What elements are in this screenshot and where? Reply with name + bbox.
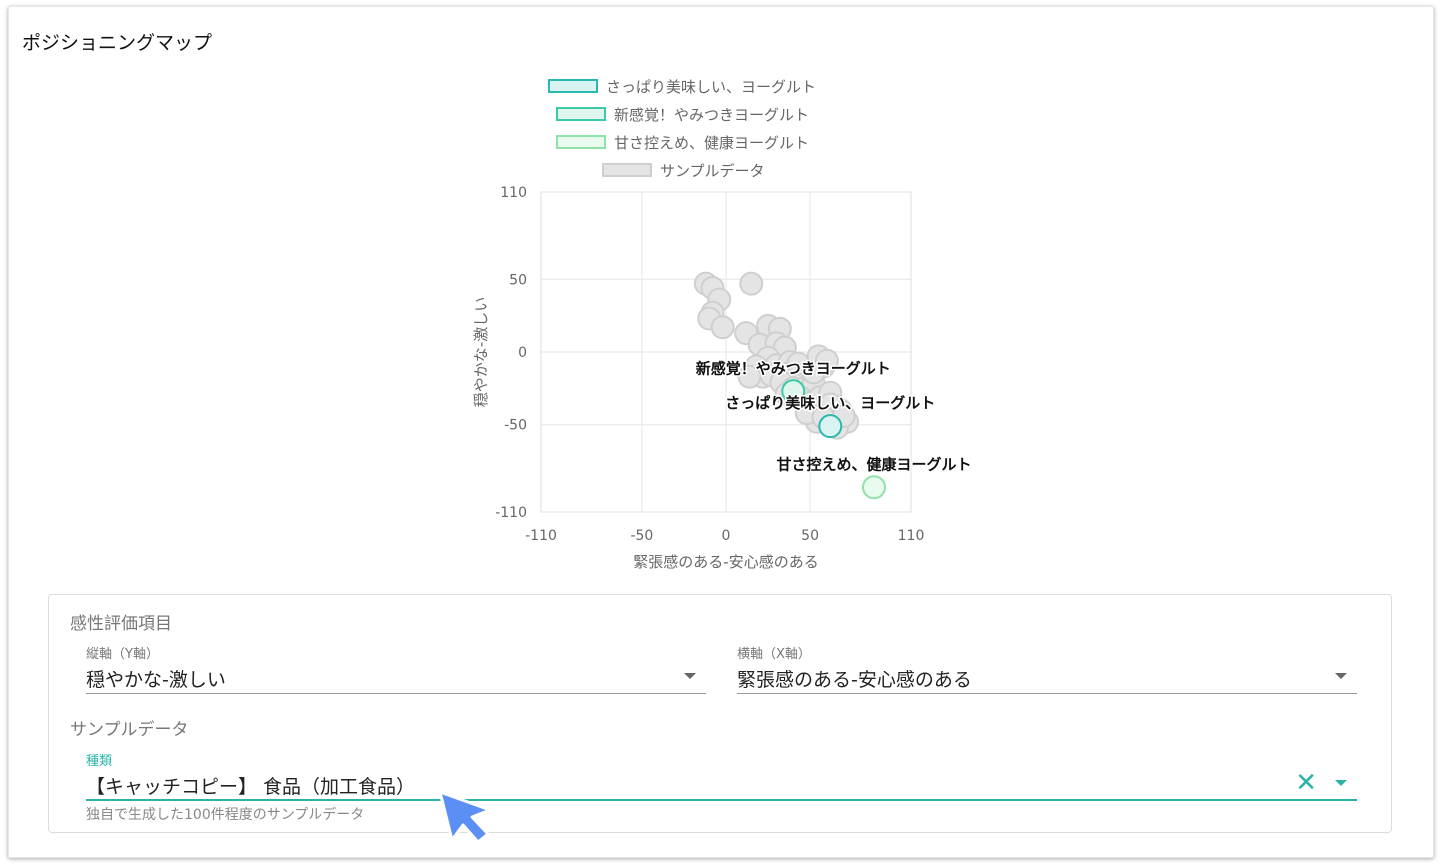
section-title-evaluation: 感性評価項目: [70, 614, 172, 634]
kind-underline: [86, 799, 1357, 801]
chevron-down-icon[interactable]: [1335, 673, 1347, 679]
y-tick-label: 0: [518, 345, 527, 361]
chevron-down-icon[interactable]: [684, 673, 696, 679]
settings-panel: 感性評価項目 縦軸（Y軸） 穏やかな-激しい 横軸（X軸） 緊張感のある-安心感…: [48, 594, 1392, 833]
section-title-sample-data: サンプルデータ: [70, 720, 189, 740]
scatter-chart: -110 -50 0 50 110 110 50 0 -50 -110 緊張感のある-安心感のある 穏…: [472, 185, 973, 571]
close-icon[interactable]: ✕: [1295, 770, 1317, 796]
x-axis-label: 横軸（X軸）: [737, 647, 811, 662]
y-tick-label: -50: [504, 418, 527, 434]
y-axis-underline: [86, 693, 706, 694]
y-axis-select[interactable]: 縦軸（Y軸） 穏やかな-激しい: [86, 643, 706, 694]
sample-data-point: [739, 271, 764, 296]
x-tick-label: 50: [801, 528, 819, 544]
kind-label: 種類: [86, 754, 113, 769]
x-tick-label: -50: [630, 528, 653, 544]
kind-value: 【キャッチコピー】 食品（加工食品）: [86, 776, 416, 798]
data-label: 甘さ控えめ、健康ヨーグルト: [776, 455, 971, 473]
kind-hint: 独自で生成した100件程度のサンプルデータ: [86, 807, 365, 823]
x-tick-label: 0: [722, 528, 731, 544]
kind-select[interactable]: 種類 【キャッチコピー】 食品（加工食品） ✕: [86, 750, 1357, 802]
y-tick-label: 50: [509, 272, 527, 288]
x-axis-title: 緊張感のある-安心感のある: [633, 553, 818, 571]
x-tick-label: -110: [525, 528, 557, 544]
x-axis-value: 緊張感のある-安心感のある: [737, 669, 972, 691]
mouse-cursor-icon: [438, 790, 492, 844]
product-data-point: [862, 475, 886, 500]
chevron-down-icon[interactable]: [1335, 780, 1347, 786]
x-axis-underline: [737, 693, 1357, 694]
data-label: さっぱり美味しい、ヨーグルト: [725, 394, 935, 412]
x-tick-label: 110: [898, 528, 925, 544]
product-data-point: [818, 414, 843, 439]
y-tick-label: 110: [500, 185, 527, 201]
y-tick-label: -110: [495, 505, 527, 521]
x-axis-select[interactable]: 横軸（X軸） 緊張感のある-安心感のある: [737, 643, 1357, 694]
sample-data-point: [710, 315, 735, 340]
data-label: 新感覚！やみつきヨーグルト: [696, 359, 891, 377]
y-axis-value: 穏やかな-激しい: [86, 669, 226, 691]
y-axis-title: 穏やかな-激しい: [472, 297, 490, 407]
y-axis-label: 縦軸（Y軸）: [86, 647, 159, 662]
